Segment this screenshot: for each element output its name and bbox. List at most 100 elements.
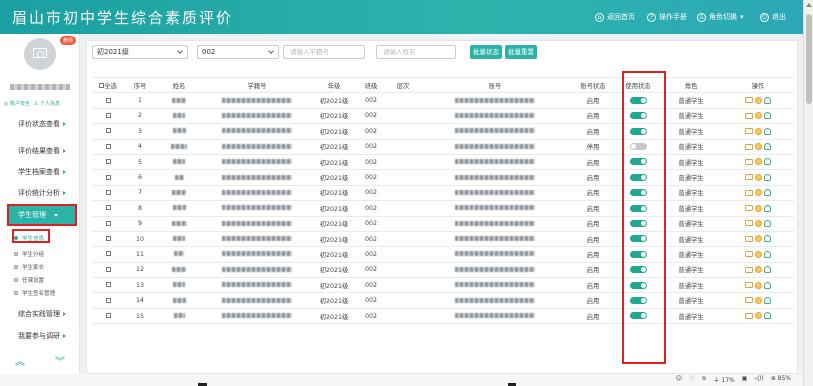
tray-wifi-icon[interactable]: ≋ — [701, 375, 706, 384]
lock-icon[interactable] — [755, 219, 762, 227]
batch-status-button[interactable]: 批量状态 — [470, 45, 502, 59]
tray-app-icon[interactable]: ☺ — [676, 375, 682, 384]
lock-icon[interactable] — [755, 266, 762, 274]
grade-select[interactable]: 初2021级 — [92, 45, 188, 59]
edit-icon[interactable] — [745, 143, 753, 150]
lock-icon[interactable] — [755, 281, 762, 289]
lock-icon[interactable] — [755, 204, 762, 212]
zoom-indicator[interactable]: ⊕ 85% — [771, 375, 791, 384]
edit-icon[interactable] — [745, 282, 753, 289]
batch-reset-button[interactable]: 批量重置 — [505, 45, 537, 59]
menu-eval-status[interactable]: 评价状态查看 — [0, 114, 80, 134]
scrollbar-thumb[interactable] — [806, 14, 812, 104]
edit-icon[interactable] — [745, 251, 753, 258]
row-checkbox-cell[interactable] — [92, 169, 124, 186]
double-chevron-up-icon[interactable]: ︽ — [15, 353, 25, 368]
class-select[interactable]: 002 — [197, 45, 279, 59]
lock-icon[interactable] — [755, 312, 762, 320]
edit-icon[interactable] — [745, 189, 753, 196]
sub-teaching-setup[interactable]: 任课设置 — [14, 276, 44, 284]
row-checkbox[interactable] — [105, 220, 111, 226]
row-checkbox-cell[interactable] — [92, 92, 124, 109]
row-checkbox[interactable] — [105, 128, 111, 134]
row-checkbox-cell[interactable] — [92, 139, 124, 155]
edit-icon[interactable] — [745, 174, 753, 181]
user-settings-icon[interactable] — [764, 173, 771, 181]
row-checkbox[interactable] — [105, 112, 111, 118]
lock-icon[interactable] — [755, 189, 762, 197]
lock-icon[interactable] — [755, 112, 762, 120]
row-checkbox-cell[interactable] — [92, 185, 124, 202]
account-security-link[interactable]: ◎ 账户安全 — [4, 100, 30, 107]
row-checkbox-cell[interactable] — [92, 108, 124, 125]
row-checkbox-cell[interactable] — [92, 154, 124, 171]
lock-icon[interactable] — [755, 127, 762, 135]
student-no-input[interactable]: 请输入学籍号 — [283, 45, 365, 59]
menu-stat-analysis[interactable]: 评价统计分析 — [0, 183, 80, 203]
row-checkbox[interactable] — [105, 313, 111, 319]
tray-display-icon[interactable]: ▣ — [742, 375, 748, 384]
page-scrollbar[interactable] — [803, 0, 813, 386]
user-settings-icon[interactable] — [764, 189, 771, 197]
col-select-all[interactable]: 全选 — [92, 76, 124, 94]
lock-icon[interactable] — [755, 296, 762, 304]
lock-icon[interactable] — [755, 96, 762, 104]
edit-icon[interactable] — [745, 112, 753, 119]
edit-icon[interactable] — [745, 297, 753, 304]
tray-shield-icon[interactable]: ♡ — [689, 375, 694, 384]
row-checkbox-cell[interactable] — [92, 292, 124, 309]
tray-speaker-icon[interactable]: ◁)) — [754, 375, 763, 384]
lock-icon[interactable] — [755, 173, 762, 181]
user-settings-icon[interactable] — [764, 250, 771, 258]
edit-icon[interactable] — [745, 220, 753, 227]
sub-student-group[interactable]: 学生分组 — [14, 250, 44, 258]
row-checkbox[interactable] — [105, 282, 111, 288]
row-checkbox-cell[interactable] — [92, 123, 124, 140]
user-settings-icon[interactable] — [764, 127, 771, 135]
logout-button[interactable]: ⏻ 退出 — [760, 12, 786, 22]
sub-student-parent[interactable]: 学生家长 — [14, 263, 44, 271]
user-settings-icon[interactable] — [764, 281, 771, 289]
row-checkbox[interactable] — [105, 97, 111, 103]
name-input[interactable]: 请输入姓名 — [376, 45, 456, 59]
scroll-up-icon[interactable] — [806, 3, 812, 7]
row-checkbox-cell[interactable] — [92, 262, 124, 279]
row-checkbox[interactable] — [105, 266, 111, 272]
row-checkbox[interactable] — [105, 189, 111, 195]
row-checkbox[interactable] — [105, 236, 111, 242]
edit-icon[interactable] — [745, 235, 753, 242]
sub-signature-mgmt[interactable]: 学生签名管理 — [14, 289, 55, 297]
menu-eval-result[interactable]: 评价结果查看 — [0, 141, 80, 161]
user-settings-icon[interactable] — [764, 112, 771, 120]
row-checkbox-cell[interactable] — [92, 231, 124, 248]
edit-icon[interactable] — [745, 158, 753, 165]
lock-icon[interactable] — [755, 158, 762, 166]
home-link[interactable]: ⌂ 返回首页 — [595, 12, 635, 22]
row-checkbox-cell[interactable] — [92, 216, 124, 232]
lock-icon[interactable] — [755, 143, 762, 150]
row-checkbox-cell[interactable] — [92, 277, 124, 294]
user-settings-icon[interactable] — [764, 296, 771, 304]
user-settings-icon[interactable] — [764, 143, 771, 150]
user-settings-icon[interactable] — [764, 158, 771, 166]
user-settings-icon[interactable] — [764, 96, 771, 104]
row-checkbox[interactable] — [105, 143, 111, 149]
menu-student-archive[interactable]: 学生档案查看 — [0, 162, 80, 182]
row-checkbox[interactable] — [105, 159, 111, 165]
edit-icon[interactable] — [745, 205, 753, 212]
personal-info-link[interactable]: ♙ 个人信息 — [34, 100, 60, 107]
edit-icon[interactable] — [745, 266, 753, 273]
user-settings-icon[interactable] — [764, 235, 771, 243]
role-switch-dropdown[interactable]: ♙ 角色切换 ▾ — [697, 12, 744, 22]
edit-icon[interactable] — [745, 128, 753, 135]
user-settings-icon[interactable] — [764, 312, 771, 320]
battery-indicator[interactable]: ⏚ 17% — [713, 375, 734, 384]
menu-practice-mgmt[interactable]: 综合实践管理 — [0, 304, 80, 324]
lock-icon[interactable] — [755, 250, 762, 258]
row-checkbox-cell[interactable] — [92, 308, 124, 325]
avatar[interactable] — [24, 38, 56, 70]
user-settings-icon[interactable] — [764, 219, 771, 227]
row-checkbox[interactable] — [105, 174, 111, 180]
menu-survey[interactable]: 我要参与调研 — [0, 326, 80, 346]
user-settings-icon[interactable] — [764, 266, 771, 274]
